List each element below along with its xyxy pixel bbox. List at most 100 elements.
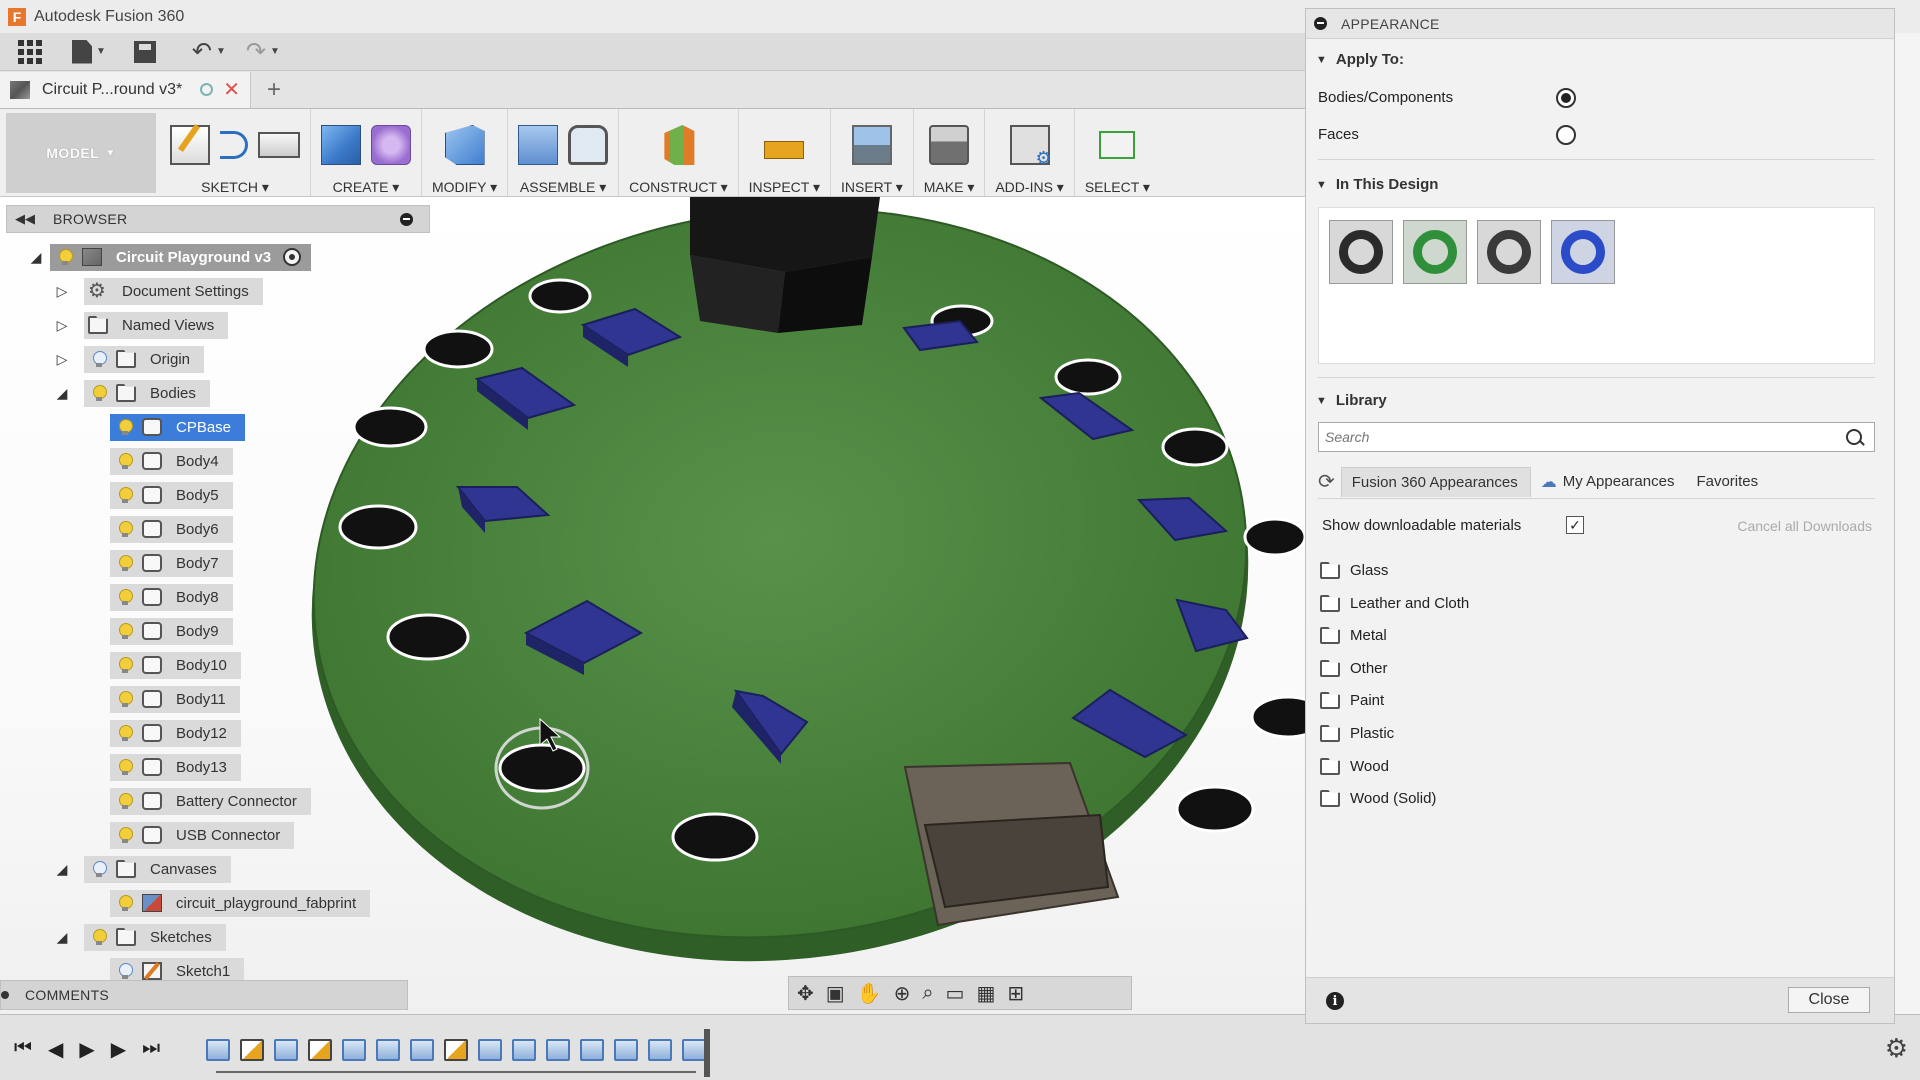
timeline-feature-icon[interactable] [512,1039,536,1061]
timeline-feature-icon[interactable] [614,1039,638,1061]
visibility-bulb-icon[interactable] [92,351,107,367]
insert-menu-label[interactable]: INSERT ▾ [841,179,903,196]
visibility-bulb-icon[interactable] [118,963,133,979]
tree-item-body9[interactable]: Body9 [110,617,233,645]
refresh-icon[interactable]: ⟳ [1318,469,1335,494]
expanded-triangle-icon[interactable]: ◢ [28,249,44,265]
timeline-feature-icon[interactable] [648,1039,672,1061]
tree-item-document-settings[interactable]: ▷ ⚙ Document Settings [54,277,263,305]
select-group[interactable]: SELECT ▾ [1075,109,1160,196]
expanded-triangle-icon[interactable]: ◢ [54,929,70,945]
tab-my-appearances[interactable]: ☁ My Appearances [1531,466,1687,498]
collapse-icon[interactable]: ◀◀ [15,211,35,227]
construct-group[interactable]: CONSTRUCT ▾ [619,109,739,196]
tree-item-body6[interactable]: Body6 [110,515,233,543]
visibility-bulb-icon[interactable] [118,453,133,469]
tree-item-origin[interactable]: ▷ Origin [54,345,205,373]
tree-item-body5[interactable]: Body5 [110,481,233,509]
tree-item-battery-connector[interactable]: Battery Connector [110,787,311,815]
visibility-bulb-icon[interactable] [118,657,133,673]
tree-item-body7[interactable]: Body7 [110,549,233,577]
save-button[interactable] [133,37,156,67]
faces-option[interactable]: Faces [1318,124,1878,145]
insert-image-icon[interactable] [851,125,892,165]
show-downloadable-checkbox[interactable]: ✓ [1566,516,1584,534]
data-panel-button[interactable] [18,37,44,67]
timeline-feature-icon[interactable] [546,1039,570,1061]
modify-group[interactable]: MODIFY ▾ [422,109,509,196]
sketch-menu-label[interactable]: SKETCH ▾ [201,179,269,196]
visibility-bulb-icon[interactable] [118,691,133,707]
timeline-sketch-icon[interactable] [240,1039,264,1061]
apply-to-section[interactable]: ▼ Apply To: [1316,51,1404,68]
tree-item-body4[interactable]: Body4 [110,447,233,475]
add-ins-menu-label[interactable]: ADD-INS ▾ [995,179,1063,196]
timeline-sketch-icon[interactable] [308,1039,332,1061]
visibility-bulb-icon[interactable] [118,589,133,605]
timeline-feature-icon[interactable] [342,1039,366,1061]
visibility-bulb-icon[interactable] [92,861,107,877]
tree-item-body13[interactable]: Body13 [110,753,241,781]
visibility-bulb-icon[interactable] [92,929,107,945]
visibility-bulb-icon[interactable] [118,623,133,639]
search-icon[interactable] [1846,429,1862,445]
create-group[interactable]: CREATE ▾ [311,109,422,196]
info-icon[interactable]: i [1326,992,1344,1010]
bodies-components-option[interactable]: Bodies/Components [1318,87,1878,108]
tree-item-canvas-fabprint[interactable]: circuit_playground_fabprint [110,889,371,917]
visibility-bulb-icon[interactable] [118,827,133,843]
zoom-icon[interactable]: ⊕ [894,981,911,1006]
browser-header[interactable]: ◀◀ BROWSER [6,205,430,233]
scripts-icon[interactable] [1009,125,1052,169]
inspect-menu-label[interactable]: INSPECT ▾ [749,179,820,196]
go-to-start-icon[interactable]: ⏮ [14,1037,32,1062]
press-pull-icon[interactable] [444,125,485,165]
visibility-bulb-icon[interactable] [118,487,133,503]
visibility-bulb-icon[interactable] [58,249,73,265]
make-menu-label[interactable]: MAKE ▾ [924,179,975,196]
arc-icon[interactable] [220,131,248,159]
in-this-design-section[interactable]: ▼ In This Design [1316,176,1438,193]
library-folder-wood-solid[interactable]: Wood (Solid) [1320,790,1436,807]
timeline-feature-icon[interactable] [410,1039,434,1061]
play-icon[interactable]: ▶ [79,1037,94,1062]
library-folder-leather-and-cloth[interactable]: Leather and Cloth [1320,595,1469,612]
select-icon[interactable] [1099,131,1136,159]
appearance-swatch[interactable] [1551,220,1615,284]
close-tab-icon[interactable]: ✕ [223,77,240,102]
visibility-bulb-icon[interactable] [118,793,133,809]
timeline-sketch-icon[interactable] [444,1039,468,1061]
create-sketch-icon[interactable] [170,125,210,165]
timeline-marker[interactable] [704,1029,710,1077]
library-folder-wood[interactable]: Wood [1320,758,1389,775]
library-section[interactable]: ▼ Library [1316,392,1387,409]
comments-panel[interactable]: COMMENTS [0,980,408,1010]
library-folder-metal[interactable]: Metal [1320,627,1387,644]
tree-item-body8[interactable]: Body8 [110,583,233,611]
visibility-bulb-icon[interactable] [118,725,133,741]
joint-icon[interactable] [568,125,609,165]
step-back-icon[interactable]: ◀ [48,1037,63,1062]
timeline-feature-icon[interactable] [682,1039,706,1061]
cancel-all-downloads-button[interactable]: Cancel all Downloads [1737,518,1872,534]
orbit-icon[interactable]: ✥ [797,981,814,1006]
offset-plane-icon[interactable] [664,125,695,165]
tab-fusion-360-appearances[interactable]: Fusion 360 Appearances [1340,466,1531,497]
appearance-header[interactable]: APPEARANCE [1306,9,1894,39]
timeline-feature-icon[interactable] [580,1039,604,1061]
form-icon[interactable] [371,125,411,165]
timeline-feature-icon[interactable] [274,1039,298,1061]
tree-item-canvases[interactable]: ◢ Canvases [54,855,231,883]
tab-favorites[interactable]: Favorites [1686,467,1770,496]
tree-root[interactable]: ◢ Circuit Playground v3 [28,243,312,271]
go-to-end-icon[interactable]: ⏭ [142,1037,160,1062]
visibility-bulb-icon[interactable] [92,385,107,401]
gear-icon[interactable]: ⚙ [1885,1033,1908,1064]
library-folder-other[interactable]: Other [1320,660,1388,677]
sketch-group[interactable]: SKETCH ▾ [156,109,311,196]
visibility-bulb-icon[interactable] [118,419,133,435]
tree-item-usb-connector[interactable]: USB Connector [110,821,295,849]
timeline-feature-icon[interactable] [376,1039,400,1061]
minimize-icon[interactable] [400,212,413,226]
visibility-bulb-icon[interactable] [118,895,133,911]
